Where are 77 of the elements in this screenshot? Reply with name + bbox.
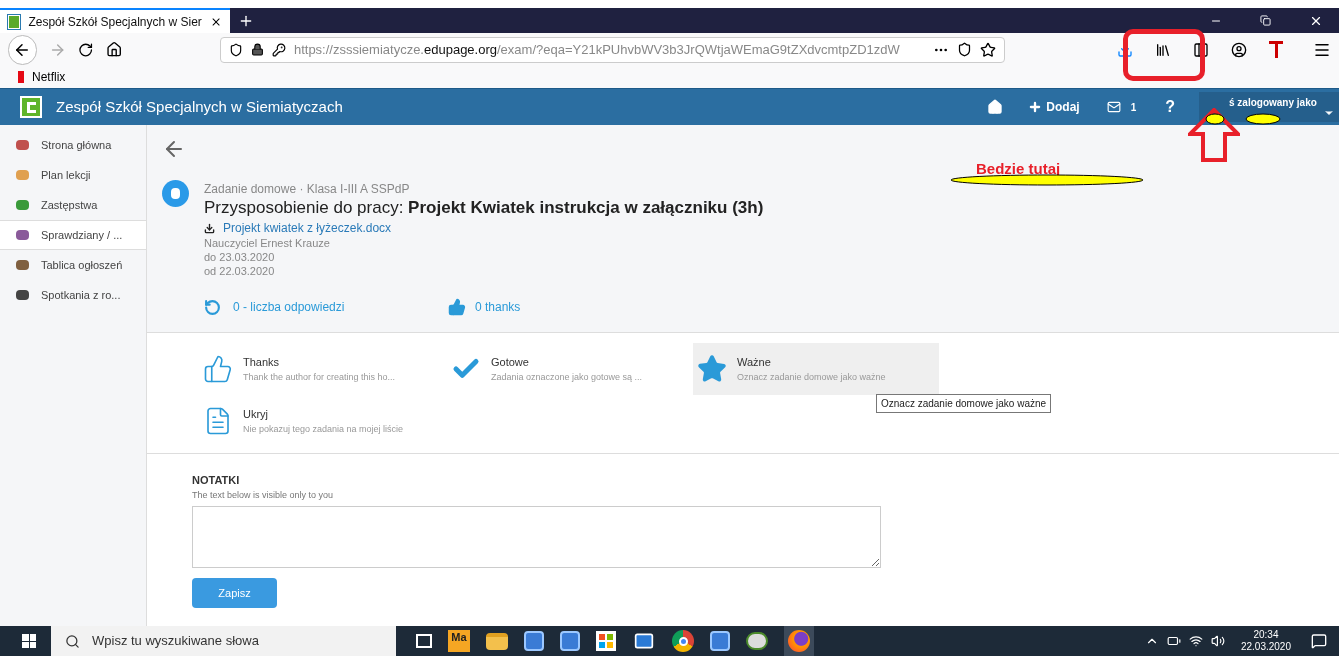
- sidebar-item[interactable]: Zastępstwa: [0, 190, 146, 220]
- wifi-icon[interactable]: [1188, 634, 1203, 648]
- sidebar-item[interactable]: Tablica ogłoszeń: [0, 250, 146, 280]
- volume-icon[interactable]: [1210, 634, 1225, 648]
- extension-icon[interactable]: [1269, 41, 1283, 58]
- action-option[interactable]: Gotowe Zadania oznaczone jako gotowe są ...: [447, 343, 693, 395]
- homework-icon: [162, 180, 189, 207]
- taskbar-search-field[interactable]: Wpisz tu wyszukiwane słowa: [51, 626, 396, 656]
- messages-button[interactable]: 1: [1104, 99, 1137, 115]
- homework-category: Zadanie domowe · Klasa I-III A SSPdP: [204, 181, 411, 198]
- action-option[interactable]: Ukryj Nie pokazuj tego zadania na mojej liście: [199, 395, 447, 447]
- clock-time[interactable]: 20:34: [1253, 629, 1279, 641]
- address-bar[interactable]: https://zsssiemiatycze.edupage.org/exam/?eqa=Y21kPUhvbWV3b3JrQWtjaWEmaG9tZXdvcmtpZD1zdW: [219, 36, 1005, 63]
- notes-hint: The text below is visible only to you: [192, 488, 335, 502]
- menu-item-icon: [16, 230, 29, 240]
- thumbs-up-icon: [447, 298, 467, 316]
- windows-start-icon[interactable]: [22, 634, 36, 648]
- store-icon[interactable]: [596, 631, 616, 651]
- attachment-link[interactable]: Projekt kwiatek z łyżeczek.docx: [204, 219, 764, 237]
- firefox-icon[interactable]: [784, 626, 814, 656]
- url-text: https://zsssiemiatycze.edupage.org/exam/?eqa=Y21kPUhvbWV3b3JrQWtjaWEmaG9tZXdvcmtpZD1zdW: [293, 40, 901, 59]
- app-icon[interactable]: [524, 631, 544, 651]
- library-icon[interactable]: [1155, 41, 1171, 58]
- account-icon[interactable]: [1231, 41, 1247, 58]
- up-arrow-drawing: [1188, 108, 1240, 162]
- start-date: od 22.03.2020: [204, 264, 276, 278]
- tooltip: Oznacz zadanie domowe jako ważne: [876, 394, 1052, 413]
- shield-icon: [228, 42, 243, 57]
- battery-icon[interactable]: [1166, 634, 1181, 648]
- reload-icon[interactable]: [78, 41, 94, 58]
- menu-item-icon: [16, 200, 29, 210]
- notifications-icon[interactable]: [1311, 633, 1327, 649]
- sidebar-item[interactable]: Sprawdziany / ...: [0, 220, 146, 250]
- lock-icon: [250, 43, 264, 56]
- help-button[interactable]: ?: [1161, 95, 1179, 119]
- sidebar-item[interactable]: Plan lekcji: [0, 160, 146, 190]
- action-option[interactable]: Ważne Oznacz zadanie domowe jako ważne: [693, 343, 939, 395]
- restore-icon[interactable]: [1260, 15, 1271, 26]
- menu-item-icon: [16, 290, 29, 300]
- add-button[interactable]: Dodaj: [1028, 98, 1080, 116]
- task-view-icon[interactable]: [416, 634, 432, 648]
- app-icon[interactable]: Ma: [448, 630, 470, 652]
- download-icon: [204, 222, 215, 234]
- sidebar-icon[interactable]: [1193, 41, 1209, 58]
- plus-icon: [1028, 100, 1043, 114]
- key-icon: [271, 42, 286, 57]
- replies-icon: [204, 298, 221, 316]
- annotation-text: Bedzie tutaj: [976, 159, 1061, 179]
- browser-tab[interactable]: Zespół Szkół Specjalnych w Sier: [0, 8, 230, 33]
- bookmark-link[interactable]: Netflix: [18, 68, 66, 86]
- notes-heading: NOTATKI: [192, 473, 241, 488]
- app-title: Zespół Szkół Specjalnych w Siemiatyczach: [56, 96, 343, 117]
- homework-title: Przysposobienie do pracy: Projekt Kwiatek instrukcja w załączniku (3h): [204, 198, 764, 218]
- chrome-icon[interactable]: [672, 630, 694, 652]
- sidebar-item[interactable]: Spotkania z ro...: [0, 280, 146, 310]
- site-logo-icon: [8, 14, 21, 29]
- menu-item-icon: [16, 260, 29, 270]
- search-icon: [65, 633, 80, 649]
- app-icon[interactable]: [560, 631, 580, 651]
- due-date: do 23.03.2020: [204, 250, 276, 264]
- home-icon[interactable]: [105, 41, 122, 58]
- app-logo-icon: [20, 96, 42, 118]
- menu-item-icon: [16, 140, 29, 150]
- clock-date[interactable]: 22.03.2020: [1240, 641, 1291, 653]
- notes-field[interactable]: [192, 506, 881, 568]
- bookmark-star-icon[interactable]: [980, 41, 996, 58]
- action-option[interactable]: Thanks Thank the author for creating this ho...: [199, 343, 447, 395]
- sidebar-item[interactable]: Strona główna: [0, 130, 146, 160]
- app-icon[interactable]: [710, 631, 730, 651]
- netflix-icon: [18, 71, 24, 83]
- teacher-name: Nauczyciel Ernest Krauze: [204, 237, 331, 250]
- back-button[interactable]: [8, 34, 37, 65]
- tab-title: Zespół Szkół Specjalnych w Sier: [28, 13, 202, 31]
- thumbs-up-icon: [203, 354, 233, 384]
- menu-item-icon: [16, 170, 29, 180]
- star-icon: [697, 354, 727, 384]
- folder-icon[interactable]: [486, 632, 508, 650]
